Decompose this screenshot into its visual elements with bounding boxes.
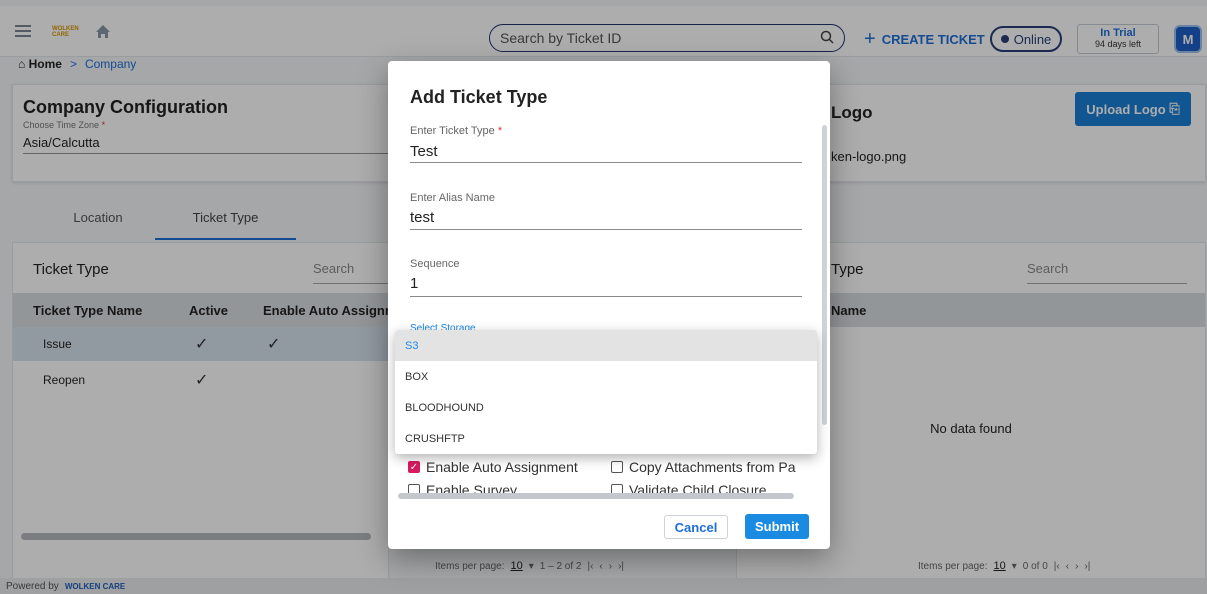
checkbox-checked-icon: ✓ <box>408 461 420 473</box>
dialog-title: Add Ticket Type <box>410 87 548 107</box>
storage-option-crushftp[interactable]: CRUSHFTP <box>395 423 817 454</box>
ticket-type-underline <box>410 162 802 163</box>
storage-option-box[interactable]: BOX <box>395 361 817 392</box>
storage-dropdown: S3 BOX BLOODHOUND CRUSHFTP <box>395 330 817 454</box>
dialog-scrollbar[interactable] <box>822 125 827 425</box>
submit-button[interactable]: Submit <box>745 514 809 539</box>
cancel-button[interactable]: Cancel <box>664 515 728 539</box>
checkbox-horizontal-scrollbar[interactable] <box>398 493 794 499</box>
alias-underline <box>410 229 802 230</box>
sequence-label: Sequence <box>410 258 460 270</box>
copy-attachments-checkbox[interactable]: Copy Attachments from Pa <box>611 459 796 475</box>
checkbox-icon <box>611 461 623 473</box>
storage-option-s3[interactable]: S3 <box>395 330 817 361</box>
ticket-type-input[interactable]: Test <box>410 143 438 160</box>
sequence-underline <box>410 296 802 297</box>
enable-auto-assignment-checkbox[interactable]: ✓ Enable Auto Assignment <box>408 459 578 475</box>
sequence-input[interactable]: 1 <box>410 275 418 292</box>
alias-label: Enter Alias Name <box>410 192 495 204</box>
add-ticket-type-dialog: Add Ticket Type Enter Ticket Type * Test… <box>388 61 830 549</box>
storage-option-bloodhound[interactable]: BLOODHOUND <box>395 392 817 423</box>
ticket-type-label: Enter Ticket Type * <box>410 125 503 137</box>
alias-input[interactable]: test <box>410 209 434 226</box>
